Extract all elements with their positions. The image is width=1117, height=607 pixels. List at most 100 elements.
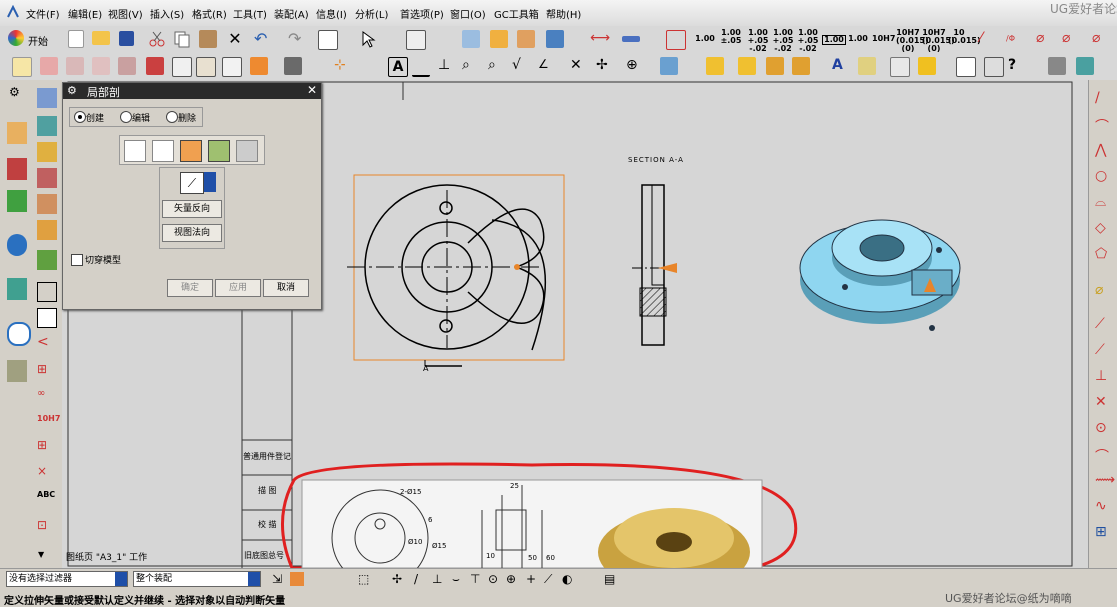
weld-symbol-icon[interactable]: ∠ <box>538 57 556 75</box>
clock-icon[interactable] <box>7 322 31 346</box>
select-view-step-icon[interactable] <box>124 140 146 162</box>
update-view-icon[interactable] <box>250 57 268 75</box>
start-icon[interactable] <box>8 30 24 46</box>
radio-create[interactable] <box>74 111 86 123</box>
assembly-tool-1-icon[interactable] <box>706 57 724 75</box>
snap-existing-icon[interactable]: ⟋ <box>544 572 552 587</box>
modify-boundary-step-icon[interactable] <box>236 140 258 162</box>
paste-icon[interactable] <box>199 30 217 48</box>
type-filter-combo[interactable]: 没有选择过滤器 <box>6 571 128 587</box>
assembly-navigator-icon[interactable] <box>7 122 27 144</box>
reuse-library-icon[interactable] <box>7 190 27 212</box>
assembly-tool-2-icon[interactable] <box>738 57 756 75</box>
select-icon[interactable] <box>360 30 378 48</box>
menu-format[interactable]: 格式(R) <box>192 6 227 21</box>
menu-help[interactable]: 帮助(H) <box>546 6 581 21</box>
redo-icon[interactable]: ↷ <box>288 30 306 48</box>
pan-icon[interactable]: ⌕ <box>488 57 506 75</box>
menu-gc-toolbox[interactable]: GC工具箱 <box>494 6 539 21</box>
right-tool-4-icon[interactable]: ○ <box>1095 168 1107 184</box>
assembly-tool-3-icon[interactable] <box>766 57 784 75</box>
assembly-tool-4-icon[interactable] <box>792 57 810 75</box>
zoom-icon[interactable]: ⌕ <box>462 57 480 75</box>
right-tool-line-icon[interactable]: / <box>1095 90 1100 106</box>
surface-finish-icon[interactable]: /Φ <box>1006 30 1024 48</box>
right-tool-13-icon[interactable]: ⊙ <box>1095 420 1107 436</box>
left-tool-10-icon[interactable]: < <box>37 334 55 352</box>
sheet-list-icon[interactable] <box>956 57 976 77</box>
surface-symbol-icon[interactable]: √ <box>512 57 530 75</box>
tolerance-style-9[interactable]: 10H7 (0.015) (0) <box>896 29 929 53</box>
radio-delete[interactable] <box>166 111 178 123</box>
dimension-icon[interactable]: ⟷ <box>590 30 610 48</box>
history-icon[interactable] <box>7 278 27 300</box>
edit-dimension-icon[interactable]: ⁄ <box>980 30 998 48</box>
left-tool-8-icon[interactable] <box>37 282 57 302</box>
snap-line-icon[interactable]: / <box>414 572 418 586</box>
drafting-icon-1[interactable] <box>490 30 508 48</box>
menu-preferences[interactable]: 首选项(P) <box>400 6 444 21</box>
right-tool-16-icon[interactable]: ∿ <box>1095 498 1107 514</box>
left-tool-7-icon[interactable] <box>37 250 57 270</box>
shading-icon-1[interactable] <box>890 57 910 77</box>
reverse-vector-button[interactable]: 矢量反向 <box>162 200 222 218</box>
right-tool-14-icon[interactable]: ⌒ <box>1095 446 1109 466</box>
dialog-close-icon[interactable]: ✕ <box>307 83 317 97</box>
snap-endpoint-icon[interactable]: ⬚ <box>358 572 369 586</box>
save-icon[interactable] <box>119 31 134 46</box>
fit-view-icon[interactable] <box>406 30 426 50</box>
radio-edit[interactable] <box>120 111 132 123</box>
spreadsheet-icon[interactable] <box>984 57 1004 77</box>
diameter-icon-2[interactable]: ⌀ <box>1062 30 1080 48</box>
centerline-icon[interactable]: ⊹ <box>334 57 352 75</box>
left-tool-13-icon[interactable]: ⊞ <box>37 438 55 456</box>
menu-view[interactable]: 视图(V) <box>108 6 143 21</box>
left-tool-10h7-icon[interactable]: 10H7 <box>37 414 60 432</box>
right-tool-12-icon[interactable]: ✕ <box>1095 394 1107 410</box>
system-materials-icon[interactable] <box>7 360 27 382</box>
display-mode-icon[interactable] <box>318 30 338 50</box>
target-point-icon[interactable]: ✢ <box>596 57 614 75</box>
half-section-icon[interactable] <box>146 57 164 75</box>
right-tool-5-icon[interactable]: ⌓ <box>1095 194 1106 210</box>
right-tool-15-icon[interactable]: ⟿ <box>1095 472 1115 488</box>
text-frame-icon[interactable] <box>666 30 686 50</box>
web-browser-icon[interactable] <box>7 234 27 256</box>
start-button-label[interactable]: 开始 <box>28 33 48 48</box>
snap-perp-icon[interactable]: ⊥ <box>432 572 442 586</box>
right-tool-8-icon[interactable]: ⌀ <box>1095 282 1103 298</box>
left-tool-6-icon[interactable] <box>37 220 57 240</box>
left-tool-14-icon[interactable]: × <box>37 464 55 482</box>
tolerance-style-7[interactable]: 1.00 <box>848 35 868 43</box>
note-icon[interactable]: A <box>388 57 408 77</box>
cross-hatch-icon[interactable]: ✕ <box>570 57 588 75</box>
tolerance-style-2[interactable]: 1.00 ±.05 <box>720 29 742 45</box>
cut-icon[interactable] <box>148 30 166 48</box>
tolerance-style-11[interactable]: 10 (0.015) <box>948 29 981 45</box>
snap-center-icon[interactable]: ⊙ <box>488 572 498 586</box>
right-tool-11-icon[interactable]: ⊥ <box>1095 368 1107 384</box>
ok-button[interactable]: 确定 <box>167 279 213 297</box>
left-tool-9-icon[interactable] <box>37 308 57 328</box>
datum-icon[interactable]: ⊥ <box>438 57 456 75</box>
cancel-button[interactable]: 取消 <box>263 279 309 297</box>
right-tool-arc-icon[interactable]: ⌒ <box>1095 116 1109 136</box>
tolerance-style-6[interactable]: 1.00 <box>822 35 846 45</box>
crosshair-icon[interactable]: ⊕ <box>626 57 644 75</box>
dialog-titlebar[interactable]: ⚙ 局部剖 ✕ <box>63 83 321 99</box>
apply-button[interactable]: 应用 <box>215 279 261 297</box>
layer-icon[interactable] <box>462 30 480 48</box>
left-tool-12-icon[interactable]: ∞ <box>37 388 55 406</box>
view-normal-button[interactable]: 视图法向 <box>162 224 222 242</box>
menu-window[interactable]: 窗口(O) <box>450 6 486 21</box>
left-tool-2-icon[interactable] <box>37 116 57 136</box>
part-navigator-icon[interactable] <box>7 158 27 180</box>
tolerance-style-3[interactable]: 1.00 +.05 -.02 <box>746 29 770 53</box>
right-tool-17-icon[interactable]: ⊞ <box>1095 524 1107 540</box>
image-icon[interactable] <box>660 57 678 75</box>
left-tool-3-icon[interactable] <box>37 142 57 162</box>
tolerance-style-5[interactable]: 1.00 +.05 -.02 <box>796 29 820 53</box>
drafting-icon-2[interactable] <box>517 30 535 48</box>
snap-quadrant-icon[interactable]: ⊕ <box>506 572 516 586</box>
left-tool-11-icon[interactable]: ⊞ <box>37 362 55 380</box>
